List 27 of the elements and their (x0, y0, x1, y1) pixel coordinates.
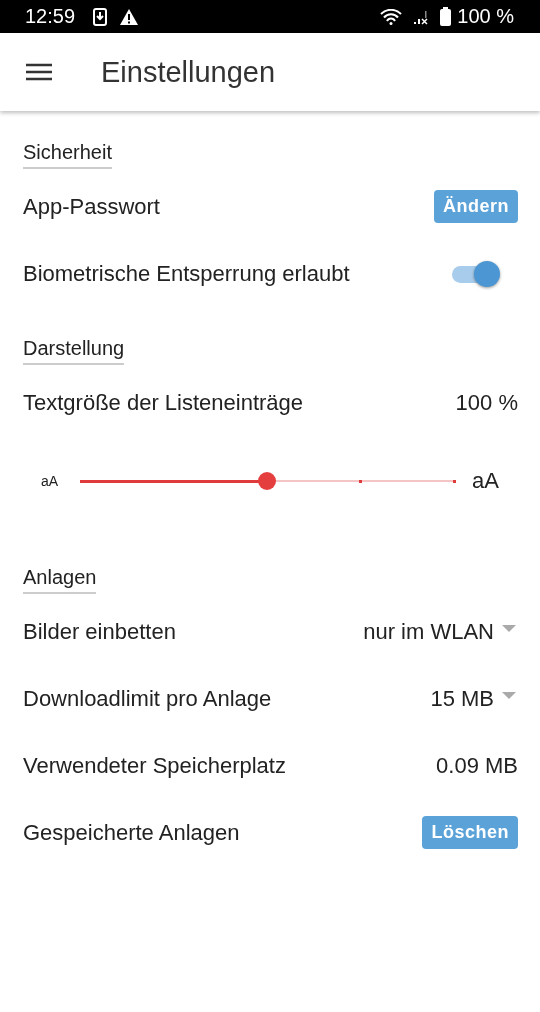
setting-label: Verwendeter Speicherplatz (23, 752, 286, 779)
setting-value: 100 % (455, 389, 518, 416)
screen-title: Einstellungen (101, 55, 276, 89)
small-text-sample: aA (40, 473, 60, 489)
dropdown[interactable]: 15 MB (430, 685, 518, 712)
signal-icon (414, 8, 429, 25)
warning-icon (119, 7, 140, 26)
download-icon (93, 7, 108, 26)
setting-label: Bilder einbetten (23, 618, 176, 645)
dropdown[interactable]: nur im WLAN (363, 618, 518, 645)
caret-icon (502, 625, 516, 632)
battery-percentage: 100 % (457, 5, 514, 28)
status-time: 12:59 (25, 5, 76, 28)
menu-icon[interactable] (26, 63, 52, 81)
section-header: Sicherheit (23, 141, 112, 169)
wifi-icon (380, 8, 403, 25)
setting-value: 0.09 MB (436, 752, 518, 779)
setting-label: Textgröße der Listeneinträge (23, 389, 304, 416)
setting-label: App-Passwort (23, 193, 160, 220)
setting-label: Biometrische Entsperrung erlaubt (23, 260, 350, 287)
large-text-sample: aA (472, 468, 499, 494)
setting-label: Downloadlimit pro Anlage (23, 685, 272, 712)
section-header: Darstellung (23, 337, 125, 365)
caret-icon (502, 692, 516, 699)
setting-label: Gespeicherte Anlagen (23, 819, 240, 846)
battery-icon (440, 7, 452, 26)
section-header: Anlagen (23, 566, 97, 594)
